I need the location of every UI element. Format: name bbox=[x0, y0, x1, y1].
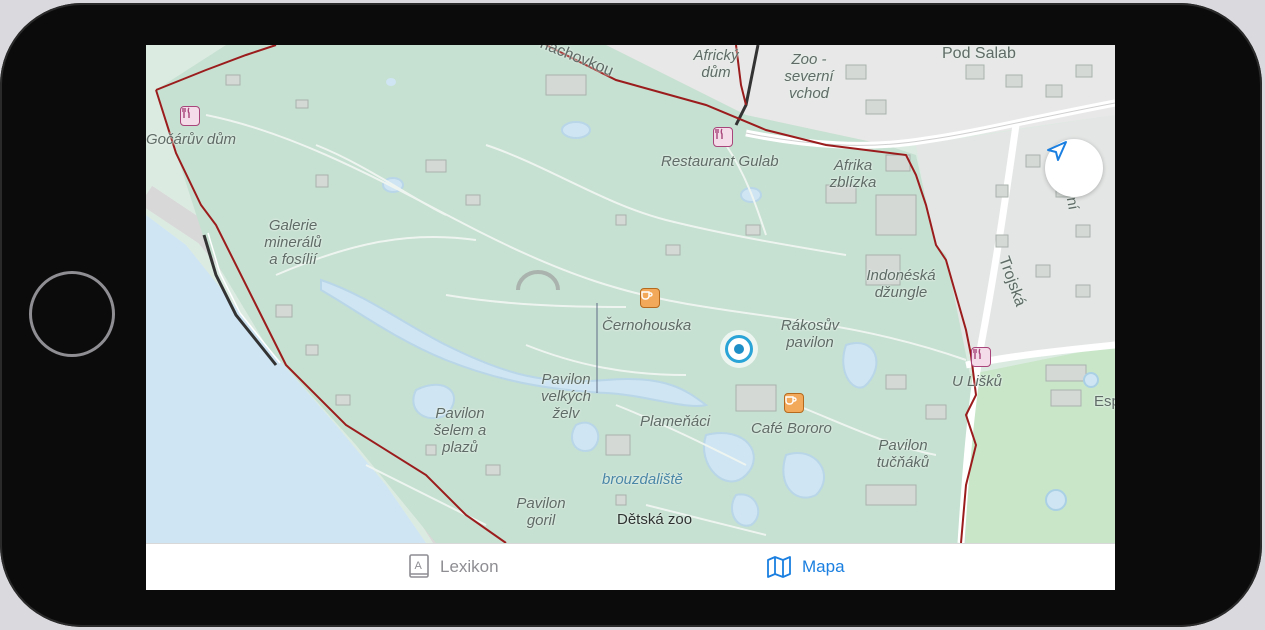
label-plamenaci: Plameňáci bbox=[640, 413, 711, 430]
label-indonesian-jungle: Indonéská džungle bbox=[866, 267, 936, 301]
label-pavilon-selem: Pavilon šelem a plazů bbox=[433, 405, 487, 456]
label-pavilon-goril: Pavilon goril bbox=[516, 495, 566, 529]
label-gocaruv-dum: Gočárův dům bbox=[146, 131, 237, 148]
tab-lexikon-label: Lexikon bbox=[440, 557, 499, 576]
map-icon bbox=[767, 556, 791, 578]
label-pavilon-tucnaku: Pavilon tučňáků bbox=[876, 437, 930, 471]
label-esp-fragment: Esp bbox=[1094, 393, 1115, 410]
fork-knife-icon bbox=[182, 107, 190, 118]
app-screen: Gočárův dům Galerie minerálů a fosílií A… bbox=[146, 45, 1115, 590]
label-pod-salabkou: Pod Salab bbox=[942, 45, 1016, 62]
fork-knife-icon bbox=[715, 128, 723, 139]
coffee-cup-icon bbox=[785, 396, 797, 405]
label-detska-zoo: Dětská zoo bbox=[617, 511, 693, 528]
coffee-cup-icon bbox=[641, 291, 653, 300]
user-location-dot bbox=[734, 344, 744, 354]
label-galerie: Galerie minerálů a fosílií bbox=[264, 217, 322, 268]
location-arrow-icon bbox=[1047, 141, 1067, 161]
restaurant-poi-gulab[interactable] bbox=[713, 127, 733, 147]
label-afrika-zblizka: Afrika zblízka bbox=[829, 157, 877, 191]
fork-knife-icon bbox=[973, 348, 981, 359]
svg-text:A: A bbox=[415, 560, 423, 572]
book-icon: A bbox=[409, 554, 429, 578]
user-location-icon bbox=[725, 335, 753, 363]
label-cafe-bororo: Café Bororo bbox=[751, 420, 832, 437]
label-africky-dum: Africký dům bbox=[693, 47, 739, 81]
locate-me-button[interactable] bbox=[1045, 139, 1103, 197]
cafe-poi-bororo[interactable] bbox=[784, 393, 804, 413]
label-brouzdaliste: brouzdaliště bbox=[602, 471, 683, 488]
tab-mapa[interactable]: Mapa bbox=[766, 544, 845, 590]
map-canvas bbox=[146, 45, 1115, 543]
device-frame: Gočárův dům Galerie minerálů a fosílií A… bbox=[0, 3, 1262, 627]
tab-mapa-label: Mapa bbox=[802, 557, 845, 576]
label-cernohouska: Černohouska bbox=[602, 317, 692, 334]
home-button[interactable] bbox=[29, 271, 115, 357]
label-ni-fragment: ní bbox=[1062, 195, 1082, 212]
label-rakosuv-pavilon: Rákosův pavilon bbox=[780, 317, 840, 351]
map-view[interactable]: Gočárův dům Galerie minerálů a fosílií A… bbox=[146, 45, 1115, 543]
label-zoo-severni-vchod: Zoo - severní vchod bbox=[784, 51, 834, 102]
tab-bar: A Lexikon Mapa bbox=[146, 543, 1115, 590]
label-u-lisku: U Lišků bbox=[952, 373, 1003, 390]
restaurant-poi-gocaruv[interactable] bbox=[180, 106, 200, 126]
label-restaurant-gulab: Restaurant Gulab bbox=[661, 153, 779, 170]
label-pavilon-velkych-zelv: Pavilon velkých želv bbox=[540, 371, 592, 422]
cafe-poi-cernohouska[interactable] bbox=[640, 288, 660, 308]
restaurant-poi-u-lisku[interactable] bbox=[971, 347, 991, 367]
tab-lexikon[interactable]: A Lexikon bbox=[408, 544, 499, 590]
user-location-marker bbox=[720, 330, 758, 368]
